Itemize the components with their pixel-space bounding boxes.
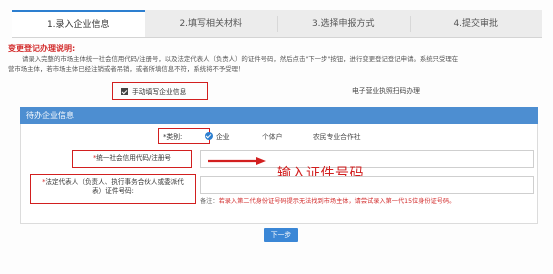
notice: 变更登记办理说明: 请录入完整的市场主体统一社会信用代码/注册号，以及法定代表人… [8, 43, 543, 74]
rep-label-line-2: 表）证件号码: [92, 187, 134, 195]
e-license-scan-option[interactable]: 电子营业执照扫码办理 [352, 85, 420, 95]
checkbox-icon[interactable] [121, 87, 128, 95]
next-button[interactable]: 下一步 [264, 228, 298, 242]
radio-checked-icon[interactable] [205, 132, 213, 140]
registration-page: 1.录入企业信息 2.填写相关材料 3.选择申报方式 4.提交审批 变更登记办理… [0, 0, 553, 274]
notice-line-2: 营市场主体，若市场主体已经注销或者吊销，或者所填信息不符，系统将不予受理！ [8, 65, 245, 73]
radio-cooperative[interactable]: 农民专业合作社 [313, 131, 361, 141]
id-note: 备注：若录入第二代身份证号码提示无法找到市场主体，请尝试录入第一代15位身份证号… [200, 196, 455, 205]
rep-label-line-1: 法定代表人（负责人、执行事务合伙人或委派代 [45, 178, 184, 186]
uscc-label-text: 统一社会信用代码/注册号 [96, 154, 172, 162]
rep-id-input[interactable] [200, 176, 534, 194]
notice-title: 变更登记办理说明: [8, 44, 76, 53]
radio-enterprise-label: 企业 [216, 133, 230, 141]
type-label: *类别: [163, 131, 182, 141]
notice-line-1: 请录入完整的市场主体统一社会信用代码/注册号，以及法定代表人（负责人）的证件号码… [22, 55, 459, 63]
tab-step-1[interactable]: 1.录入企业信息 [12, 10, 145, 37]
note-prefix: 备注： [200, 198, 219, 205]
radio-individual[interactable]: 个体户 [262, 131, 282, 141]
manual-entry-option[interactable]: 手动填写企业信息 [112, 82, 208, 100]
radio-enterprise[interactable]: 企业 [205, 131, 230, 141]
tab-step-4[interactable]: 4.提交审批 [409, 10, 543, 37]
tab-step-2[interactable]: 2.填写相关材料 [145, 10, 278, 37]
rep-id-label: *法定代表人（负责人、执行事务合伙人或委派代 表）证件号码: [30, 174, 196, 204]
type-label-text: *类别: [163, 133, 183, 141]
tab-step-3[interactable]: 3.选择申报方式 [277, 10, 410, 37]
manual-entry-label: 手动填写企业信息 [132, 88, 187, 96]
step-tabs: 1.录入企业信息 2.填写相关材料 3.选择申报方式 4.提交审批 [12, 10, 542, 38]
section-title: 待办企业信息 [20, 107, 538, 124]
uscc-label: *统一社会信用代码/注册号 [72, 150, 192, 168]
note-text: 若录入第二代身份证号码提示无法找到市场主体，请尝试录入第一代15位身份证号码。 [218, 198, 456, 205]
arrow-icon [208, 157, 266, 165]
